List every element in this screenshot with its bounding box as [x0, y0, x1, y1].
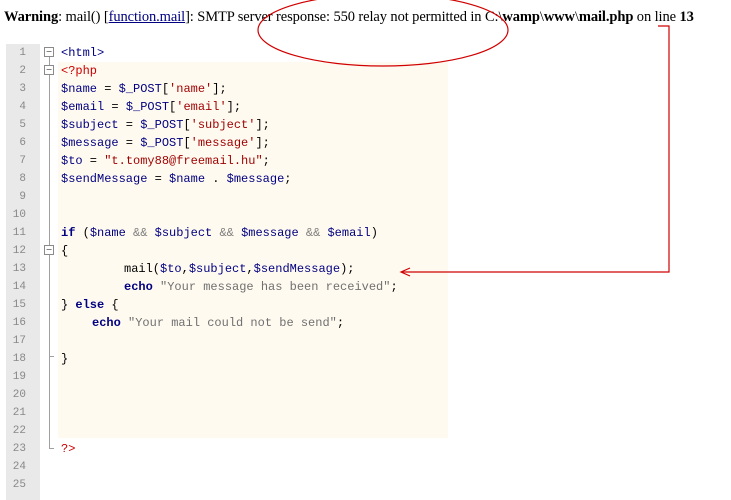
annotation-arrow-line	[402, 25, 670, 273]
annotation-ellipse	[257, 0, 509, 67]
annotation-overlay	[257, 0, 670, 277]
